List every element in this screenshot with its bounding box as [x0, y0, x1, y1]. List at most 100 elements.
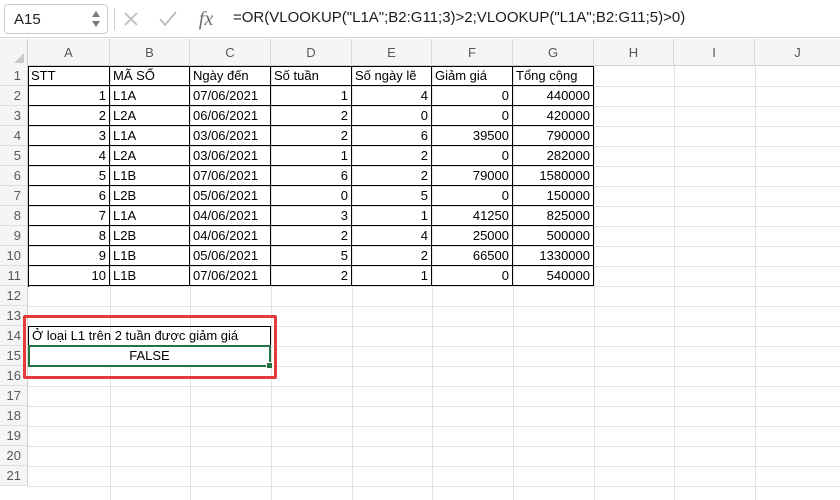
- table-cell[interactable]: 2: [271, 126, 352, 146]
- column-header[interactable]: H: [594, 39, 674, 66]
- table-header-cell[interactable]: Số ngày lẽ: [352, 66, 432, 86]
- table-cell[interactable]: 03/06/2021: [190, 126, 271, 146]
- row-header[interactable]: 21: [0, 466, 28, 486]
- formula-input[interactable]: =OR(VLOOKUP("L1A";B2:G11;3)>2;VLOOKUP("L…: [233, 9, 685, 26]
- table-cell[interactable]: 2: [271, 266, 352, 286]
- selected-cell-a15[interactable]: FALSE: [28, 345, 271, 367]
- table-cell[interactable]: 6: [28, 186, 110, 206]
- table-cell[interactable]: 282000: [513, 146, 594, 166]
- table-header-cell[interactable]: Số tuần: [271, 66, 352, 86]
- column-header[interactable]: E: [352, 39, 432, 66]
- table-header-cell[interactable]: MÃ SỐ: [110, 66, 190, 86]
- table-cell[interactable]: 05/06/2021: [190, 246, 271, 266]
- table-cell[interactable]: 06/06/2021: [190, 106, 271, 126]
- table-cell[interactable]: L1B: [110, 266, 190, 286]
- table-cell[interactable]: 1: [28, 86, 110, 106]
- table-cell[interactable]: L2A: [110, 106, 190, 126]
- table-cell[interactable]: 07/06/2021: [190, 266, 271, 286]
- table-cell[interactable]: 2: [28, 106, 110, 126]
- table-cell[interactable]: 05/06/2021: [190, 186, 271, 206]
- table-cell[interactable]: L2A: [110, 146, 190, 166]
- table-cell[interactable]: 25000: [432, 226, 513, 246]
- table-header-cell[interactable]: Giảm giá: [432, 66, 513, 86]
- table-cell[interactable]: 0: [432, 86, 513, 106]
- note-cell[interactable]: Ở loại L1 trên 2 tuần được giảm giá: [28, 326, 271, 346]
- table-cell[interactable]: 1330000: [513, 246, 594, 266]
- table-header-cell[interactable]: Tổng cộng: [513, 66, 594, 86]
- row-header[interactable]: 3: [0, 106, 28, 126]
- table-cell[interactable]: 0: [432, 186, 513, 206]
- row-header[interactable]: 10: [0, 246, 28, 266]
- row-header[interactable]: 11: [0, 266, 28, 286]
- table-header-cell[interactable]: STT: [28, 66, 110, 86]
- table-cell[interactable]: 150000: [513, 186, 594, 206]
- table-cell[interactable]: 2: [352, 166, 432, 186]
- row-header[interactable]: 7: [0, 186, 28, 206]
- table-cell[interactable]: 7: [28, 206, 110, 226]
- table-cell[interactable]: 3: [271, 206, 352, 226]
- table-cell[interactable]: 440000: [513, 86, 594, 106]
- function-icon[interactable]: fx: [194, 7, 218, 31]
- table-cell[interactable]: 8: [28, 226, 110, 246]
- table-cell[interactable]: 1: [271, 146, 352, 166]
- row-header[interactable]: 2: [0, 86, 28, 106]
- fill-handle[interactable]: [266, 362, 273, 369]
- column-header[interactable]: D: [271, 39, 352, 66]
- row-header[interactable]: 4: [0, 126, 28, 146]
- table-cell[interactable]: 2: [271, 226, 352, 246]
- column-header[interactable]: A: [28, 39, 110, 66]
- table-cell[interactable]: 0: [432, 106, 513, 126]
- table-cell[interactable]: 3: [28, 126, 110, 146]
- table-cell[interactable]: 03/06/2021: [190, 146, 271, 166]
- column-header[interactable]: I: [674, 39, 755, 66]
- table-cell[interactable]: 10: [28, 266, 110, 286]
- table-cell[interactable]: 66500: [432, 246, 513, 266]
- table-cell[interactable]: 5: [271, 246, 352, 266]
- table-cell[interactable]: 39500: [432, 126, 513, 146]
- row-header[interactable]: 6: [0, 166, 28, 186]
- row-header[interactable]: 15: [0, 346, 28, 366]
- table-cell[interactable]: 0: [432, 266, 513, 286]
- table-cell[interactable]: 79000: [432, 166, 513, 186]
- table-cell[interactable]: 4: [28, 146, 110, 166]
- table-cell[interactable]: L1B: [110, 246, 190, 266]
- column-header[interactable]: F: [432, 39, 513, 66]
- table-cell[interactable]: 0: [352, 106, 432, 126]
- table-cell[interactable]: 5: [352, 186, 432, 206]
- row-header[interactable]: 12: [0, 286, 28, 306]
- table-cell[interactable]: L2B: [110, 186, 190, 206]
- column-header[interactable]: J: [755, 39, 840, 66]
- table-cell[interactable]: 04/06/2021: [190, 226, 271, 246]
- table-cell[interactable]: 790000: [513, 126, 594, 146]
- table-cell[interactable]: 04/06/2021: [190, 206, 271, 226]
- table-cell[interactable]: L1A: [110, 206, 190, 226]
- row-header[interactable]: 18: [0, 406, 28, 426]
- table-cell[interactable]: L1A: [110, 86, 190, 106]
- column-header[interactable]: C: [190, 39, 271, 66]
- table-cell[interactable]: L1A: [110, 126, 190, 146]
- name-box-stepper-icon[interactable]: [91, 9, 101, 29]
- row-header[interactable]: 17: [0, 386, 28, 406]
- close-icon[interactable]: [120, 7, 142, 31]
- table-cell[interactable]: 41250: [432, 206, 513, 226]
- row-header[interactable]: 5: [0, 146, 28, 166]
- table-header-cell[interactable]: Ngày đến: [190, 66, 271, 86]
- table-cell[interactable]: 4: [352, 226, 432, 246]
- table-cell[interactable]: 0: [432, 146, 513, 166]
- table-cell[interactable]: 5: [28, 166, 110, 186]
- table-cell[interactable]: 0: [271, 186, 352, 206]
- table-cell[interactable]: 4: [352, 86, 432, 106]
- table-cell[interactable]: 6: [352, 126, 432, 146]
- table-cell[interactable]: 2: [352, 146, 432, 166]
- table-cell[interactable]: L1B: [110, 166, 190, 186]
- row-header[interactable]: 20: [0, 446, 28, 466]
- table-cell[interactable]: 1: [271, 86, 352, 106]
- row-header[interactable]: 19: [0, 426, 28, 446]
- table-cell[interactable]: 2: [352, 246, 432, 266]
- name-box[interactable]: A15: [4, 4, 108, 34]
- column-header[interactable]: G: [513, 39, 594, 66]
- select-all-corner[interactable]: [0, 39, 28, 66]
- table-cell[interactable]: 1: [352, 266, 432, 286]
- table-cell[interactable]: 540000: [513, 266, 594, 286]
- row-header[interactable]: 13: [0, 306, 28, 326]
